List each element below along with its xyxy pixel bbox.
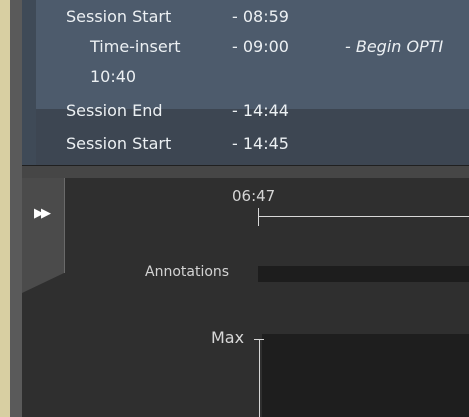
expand-panel-button[interactable] bbox=[22, 178, 65, 293]
log-event: 10:40 bbox=[90, 67, 137, 86]
annotations-track[interactable] bbox=[258, 266, 469, 282]
log-event: Session Start bbox=[66, 7, 172, 26]
timeline-start-tick bbox=[258, 208, 259, 226]
log-time: - 14:45 bbox=[232, 134, 289, 153]
plot-area[interactable] bbox=[262, 334, 469, 417]
annotations-label: Annotations bbox=[145, 264, 230, 280]
left-frame-inner bbox=[10, 0, 22, 417]
log-event: Time-insert bbox=[90, 37, 181, 56]
log-time: - 09:00 bbox=[232, 37, 289, 56]
timeline-time-label: 06:47 bbox=[232, 187, 276, 205]
log-event: Session End bbox=[66, 101, 163, 120]
log-event: Session Start bbox=[66, 134, 172, 153]
log-note: - Begin OPTI bbox=[345, 37, 444, 56]
timeline-axis bbox=[258, 216, 469, 217]
y-axis-line bbox=[259, 339, 260, 417]
fast-forward-icon[interactable]: ▶▶ bbox=[34, 205, 52, 223]
log-time: - 14:44 bbox=[232, 101, 289, 120]
axis-max-label: Max bbox=[211, 328, 245, 347]
panel-splitter[interactable] bbox=[22, 165, 469, 179]
log-time: - 08:59 bbox=[232, 7, 289, 26]
session-log-panel: Session Start - 08:59 Time-insert - 09:0… bbox=[22, 0, 469, 166]
